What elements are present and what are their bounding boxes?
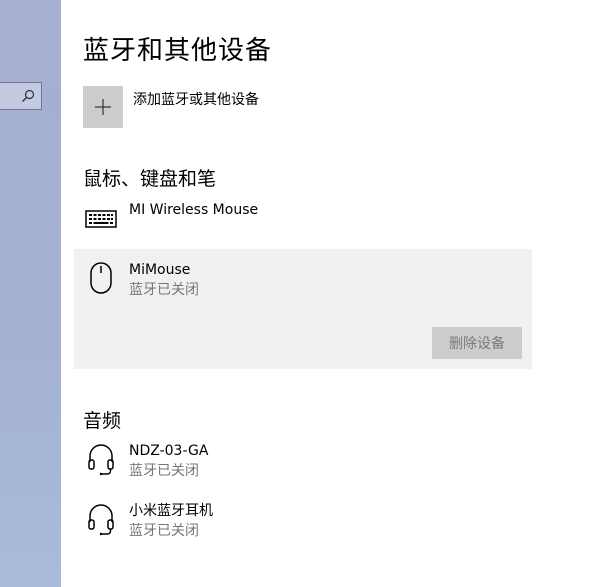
- mouse-icon: [90, 262, 112, 294]
- device-status: 蓝牙已关闭: [129, 282, 199, 298]
- device-status: 蓝牙已关闭: [129, 463, 199, 479]
- search-icon: [22, 89, 35, 102]
- search-box[interactable]: [0, 82, 42, 110]
- device-name: 小米蓝牙耳机: [129, 503, 213, 519]
- sidebar: [0, 0, 61, 587]
- device-item-mimouse[interactable]: MiMouse 蓝牙已关闭: [83, 260, 199, 300]
- headset-icon: [88, 444, 114, 476]
- add-device-button[interactable]: 添加蓝牙或其他设备: [83, 86, 259, 128]
- device-item-ndz-03-ga[interactable]: NDZ-03-GA 蓝牙已关闭: [83, 441, 208, 481]
- plus-icon: [95, 99, 111, 115]
- section-title-input: 鼠标、键盘和笔: [83, 168, 217, 190]
- device-item-xiaomi-earphones[interactable]: 小米蓝牙耳机 蓝牙已关闭: [83, 501, 213, 541]
- device-name: MiMouse: [129, 262, 191, 278]
- remove-device-button[interactable]: 删除设备: [432, 327, 522, 359]
- headset-icon: [88, 504, 114, 536]
- device-name: NDZ-03-GA: [129, 443, 209, 459]
- device-status: 蓝牙已关闭: [129, 523, 199, 539]
- add-device-label: 添加蓝牙或其他设备: [133, 92, 259, 108]
- keyboard-icon: [85, 210, 117, 228]
- add-device-tile[interactable]: [83, 86, 123, 128]
- device-item-mi-wireless-mouse[interactable]: MI Wireless Mouse: [83, 200, 258, 236]
- section-title-audio: 音频: [83, 410, 122, 432]
- device-name: MI Wireless Mouse: [129, 202, 259, 218]
- page-title: 蓝牙和其他设备: [83, 36, 273, 66]
- main-content: 蓝牙和其他设备 添加蓝牙或其他设备 鼠标、键盘和笔 MI Wireless Mo…: [61, 0, 614, 587]
